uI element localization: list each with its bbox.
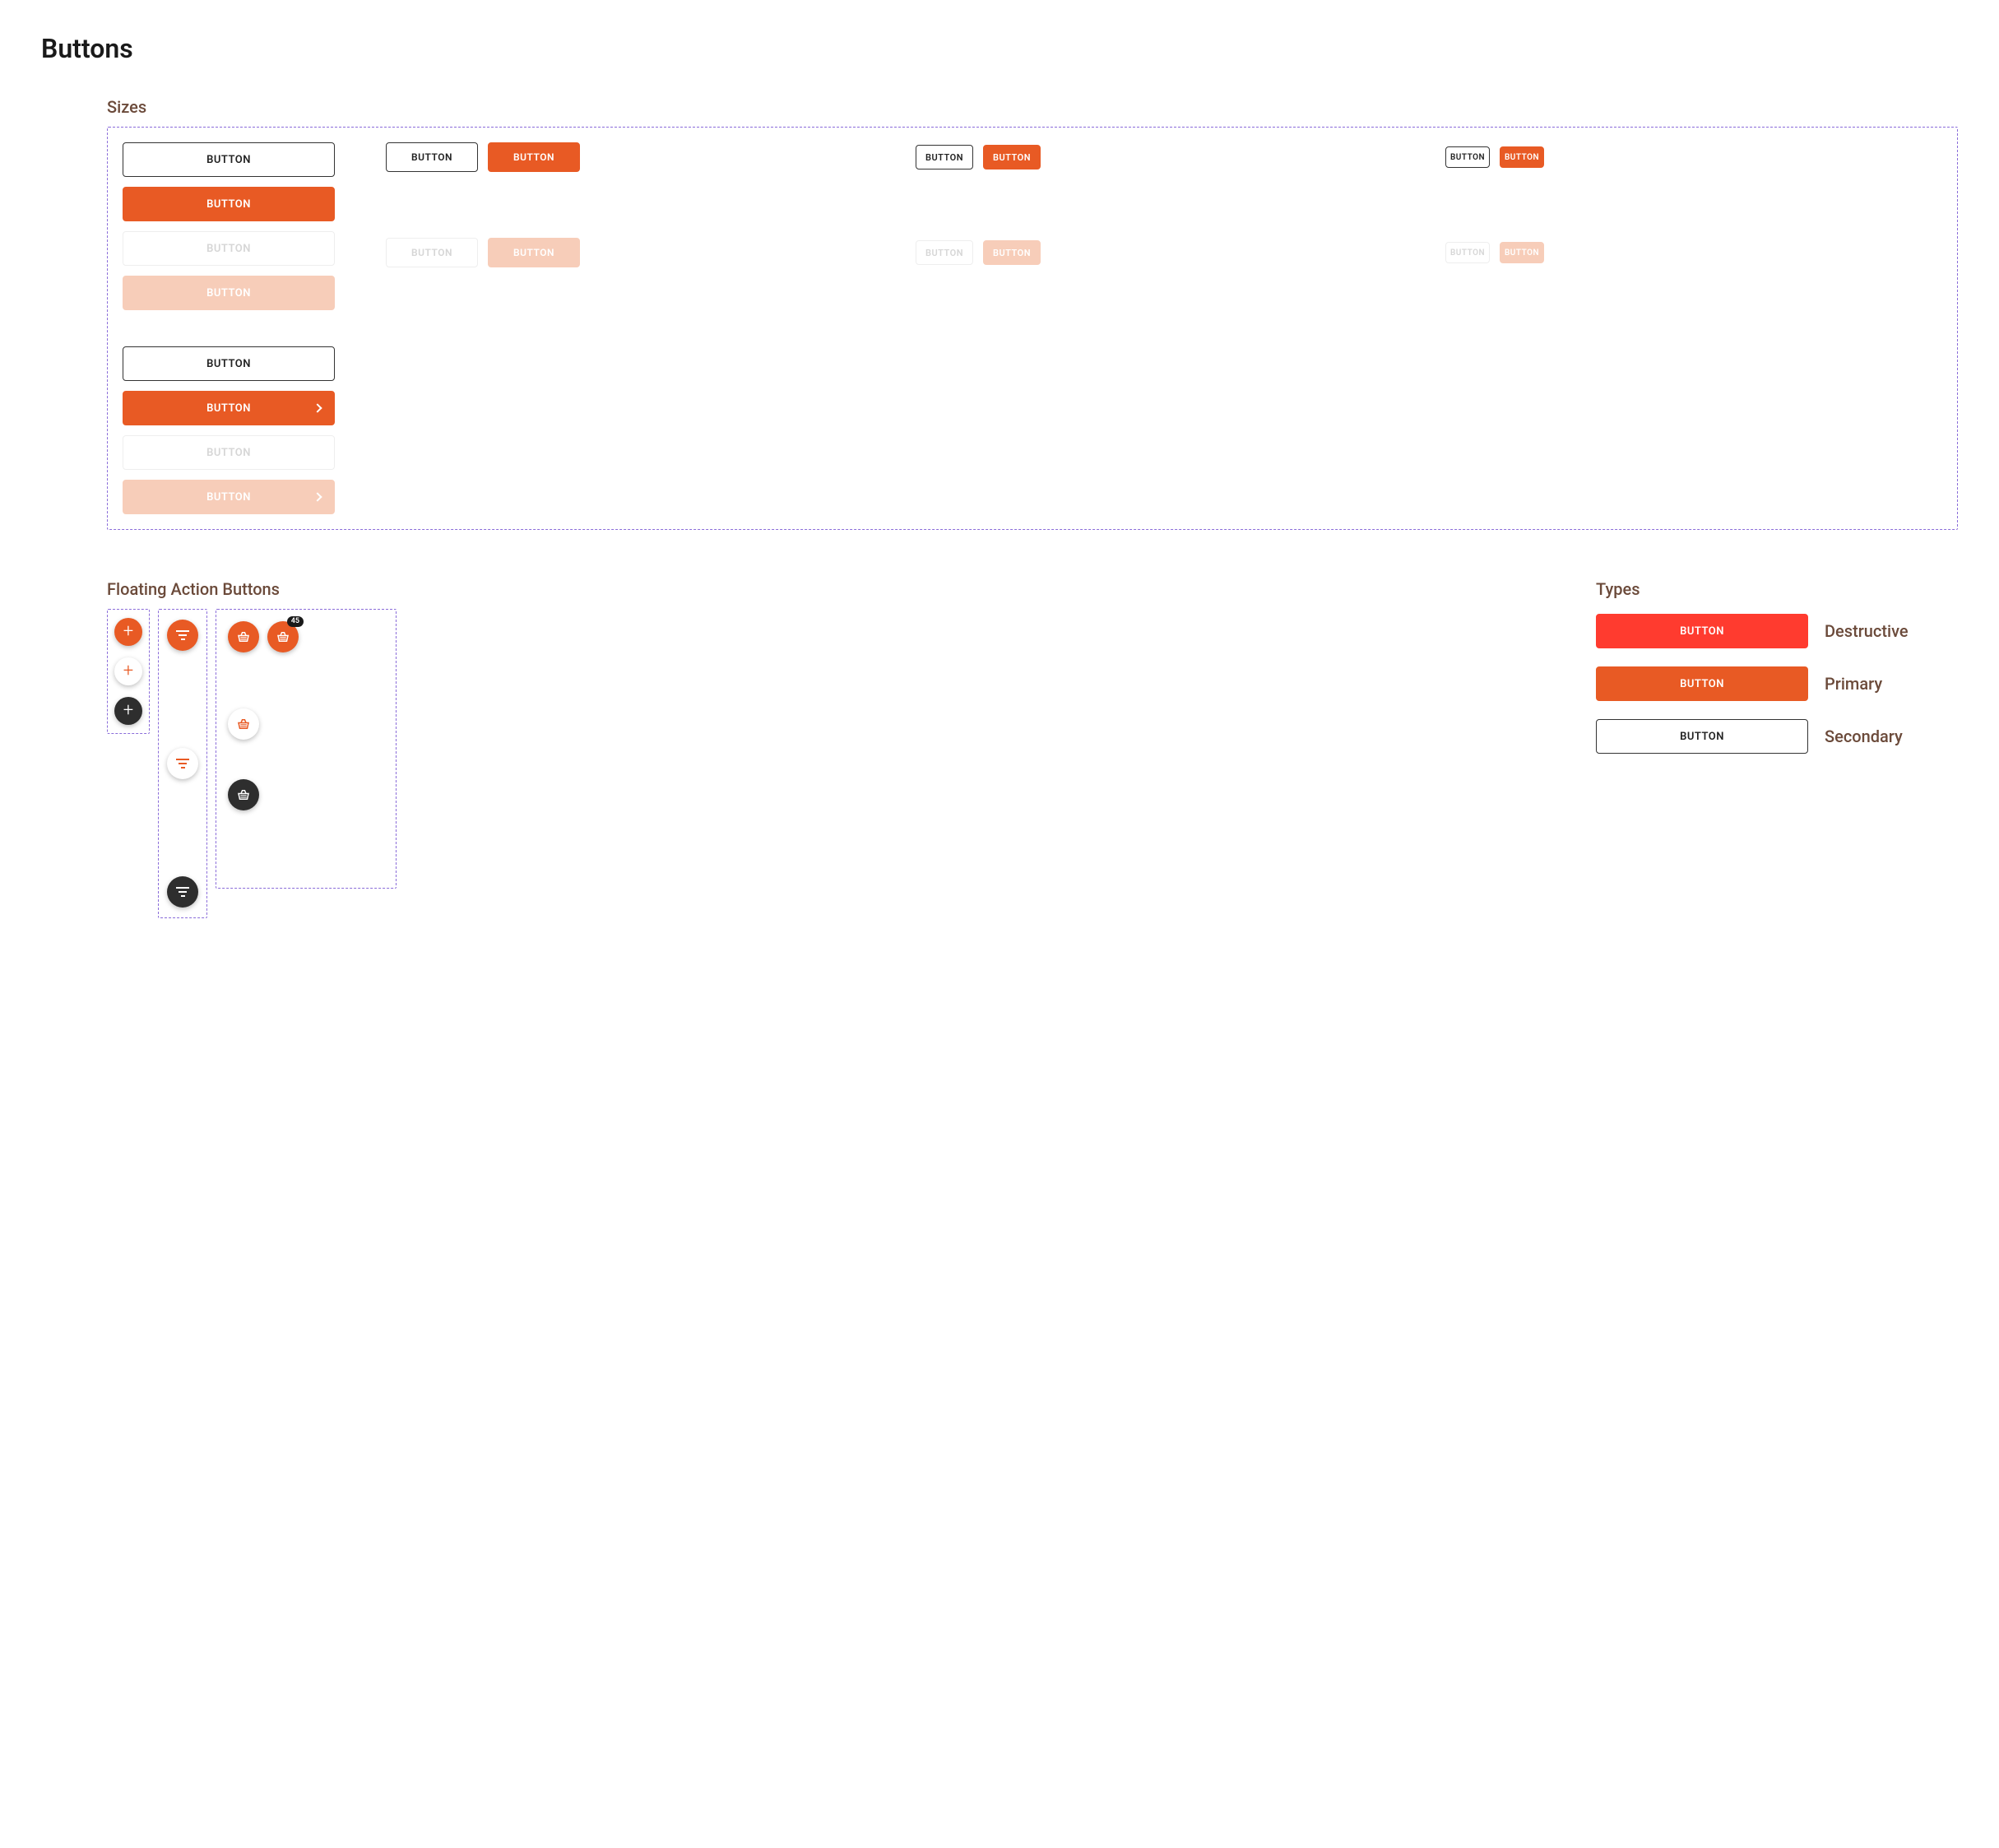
page-title: Buttons	[41, 33, 1958, 64]
button-s-primary-disabled: BUTTON	[1500, 242, 1544, 263]
fab-small-primary[interactable]: +	[114, 618, 142, 646]
fab-small-secondary[interactable]: +	[114, 657, 142, 685]
button-xl-primary-icon[interactable]: BUTTON	[123, 391, 335, 425]
button-label: BUTTON	[206, 198, 251, 211]
button-label: BUTTON	[206, 287, 251, 299]
button-l-secondary[interactable]: BUTTON	[386, 142, 478, 172]
button-m-secondary-disabled: BUTTON	[916, 240, 973, 265]
button-primary[interactable]: BUTTON	[1596, 666, 1808, 701]
button-xl-primary[interactable]: BUTTON	[123, 187, 335, 221]
fab-filter-primary[interactable]	[167, 620, 198, 651]
button-label: BUTTON	[513, 151, 554, 163]
button-label: BUTTON	[513, 247, 554, 258]
button-xl-primary-disabled: BUTTON	[123, 276, 335, 310]
button-label: BUTTON	[993, 152, 1031, 163]
button-label: BUTTON	[1450, 248, 1485, 258]
button-label: BUTTON	[1680, 678, 1724, 690]
fab-heading: Floating Action Buttons	[107, 579, 397, 599]
button-xl-secondary-icon[interactable]: BUTTON	[123, 346, 335, 381]
fab-basket-secondary[interactable]	[228, 708, 259, 740]
sizes-container: BUTTON BUTTON BUTTON BUTTON BUTTON BUTTO…	[107, 127, 1958, 530]
chevron-right-icon	[313, 403, 322, 412]
button-label: BUTTON	[206, 447, 251, 459]
basket-icon	[236, 787, 251, 802]
fab-basket-primary[interactable]	[228, 621, 259, 652]
button-label: BUTTON	[411, 151, 452, 163]
fab-group-filter	[158, 609, 207, 918]
sizes-heading: Sizes	[107, 97, 1958, 117]
fab-group-small: + + +	[107, 609, 150, 734]
button-label: BUTTON	[925, 152, 963, 163]
button-label: BUTTON	[411, 247, 452, 258]
button-label: BUTTON	[1680, 731, 1724, 743]
filter-icon	[176, 887, 189, 897]
type-label-secondary: Secondary	[1825, 727, 1903, 746]
type-label-primary: Primary	[1825, 674, 1882, 694]
chevron-right-icon	[313, 492, 322, 501]
button-m-primary-disabled: BUTTON	[983, 240, 1041, 265]
basket-icon	[236, 629, 251, 644]
fab-basket-primary-badge[interactable]: 45	[267, 621, 299, 652]
filter-icon	[176, 759, 189, 768]
button-xl-secondary[interactable]: BUTTON	[123, 142, 335, 177]
button-label: BUTTON	[993, 248, 1031, 258]
button-label: BUTTON	[1505, 248, 1539, 258]
button-xl-secondary-icon-disabled: BUTTON	[123, 435, 335, 470]
filter-icon	[176, 630, 189, 640]
fab-badge: 45	[287, 616, 304, 627]
button-label: BUTTON	[206, 243, 251, 255]
fab-basket-dark[interactable]	[228, 779, 259, 810]
button-label: BUTTON	[1505, 153, 1539, 162]
button-l-secondary-disabled: BUTTON	[386, 238, 478, 267]
button-label: BUTTON	[206, 154, 251, 166]
fab-group-basket: 45	[216, 609, 397, 889]
button-xl-secondary-disabled: BUTTON	[123, 231, 335, 266]
type-label-destructive: Destructive	[1825, 621, 1909, 641]
button-label: BUTTON	[1680, 625, 1724, 638]
button-label: BUTTON	[1450, 153, 1485, 162]
button-l-primary-disabled: BUTTON	[488, 238, 580, 267]
basket-icon	[276, 629, 290, 644]
fab-small-dark[interactable]: +	[114, 697, 142, 725]
button-s-secondary[interactable]: BUTTON	[1445, 146, 1490, 168]
button-label: BUTTON	[206, 402, 251, 415]
button-m-secondary[interactable]: BUTTON	[916, 145, 973, 169]
plus-icon: +	[123, 702, 133, 720]
button-label: BUTTON	[206, 491, 251, 504]
button-label: BUTTON	[206, 358, 251, 370]
basket-icon	[236, 717, 251, 731]
button-destructive[interactable]: BUTTON	[1596, 614, 1808, 648]
button-label: BUTTON	[925, 248, 963, 258]
fab-filter-dark[interactable]	[167, 876, 198, 908]
plus-icon: +	[123, 662, 133, 680]
button-s-secondary-disabled: BUTTON	[1445, 242, 1490, 263]
plus-icon: +	[123, 623, 133, 641]
fab-filter-secondary[interactable]	[167, 748, 198, 779]
button-s-primary[interactable]: BUTTON	[1500, 146, 1544, 168]
button-xl-primary-icon-disabled: BUTTON	[123, 480, 335, 514]
button-l-primary[interactable]: BUTTON	[488, 142, 580, 172]
button-m-primary[interactable]: BUTTON	[983, 145, 1041, 169]
button-secondary[interactable]: BUTTON	[1596, 719, 1808, 754]
types-heading: Types	[1596, 579, 1958, 599]
